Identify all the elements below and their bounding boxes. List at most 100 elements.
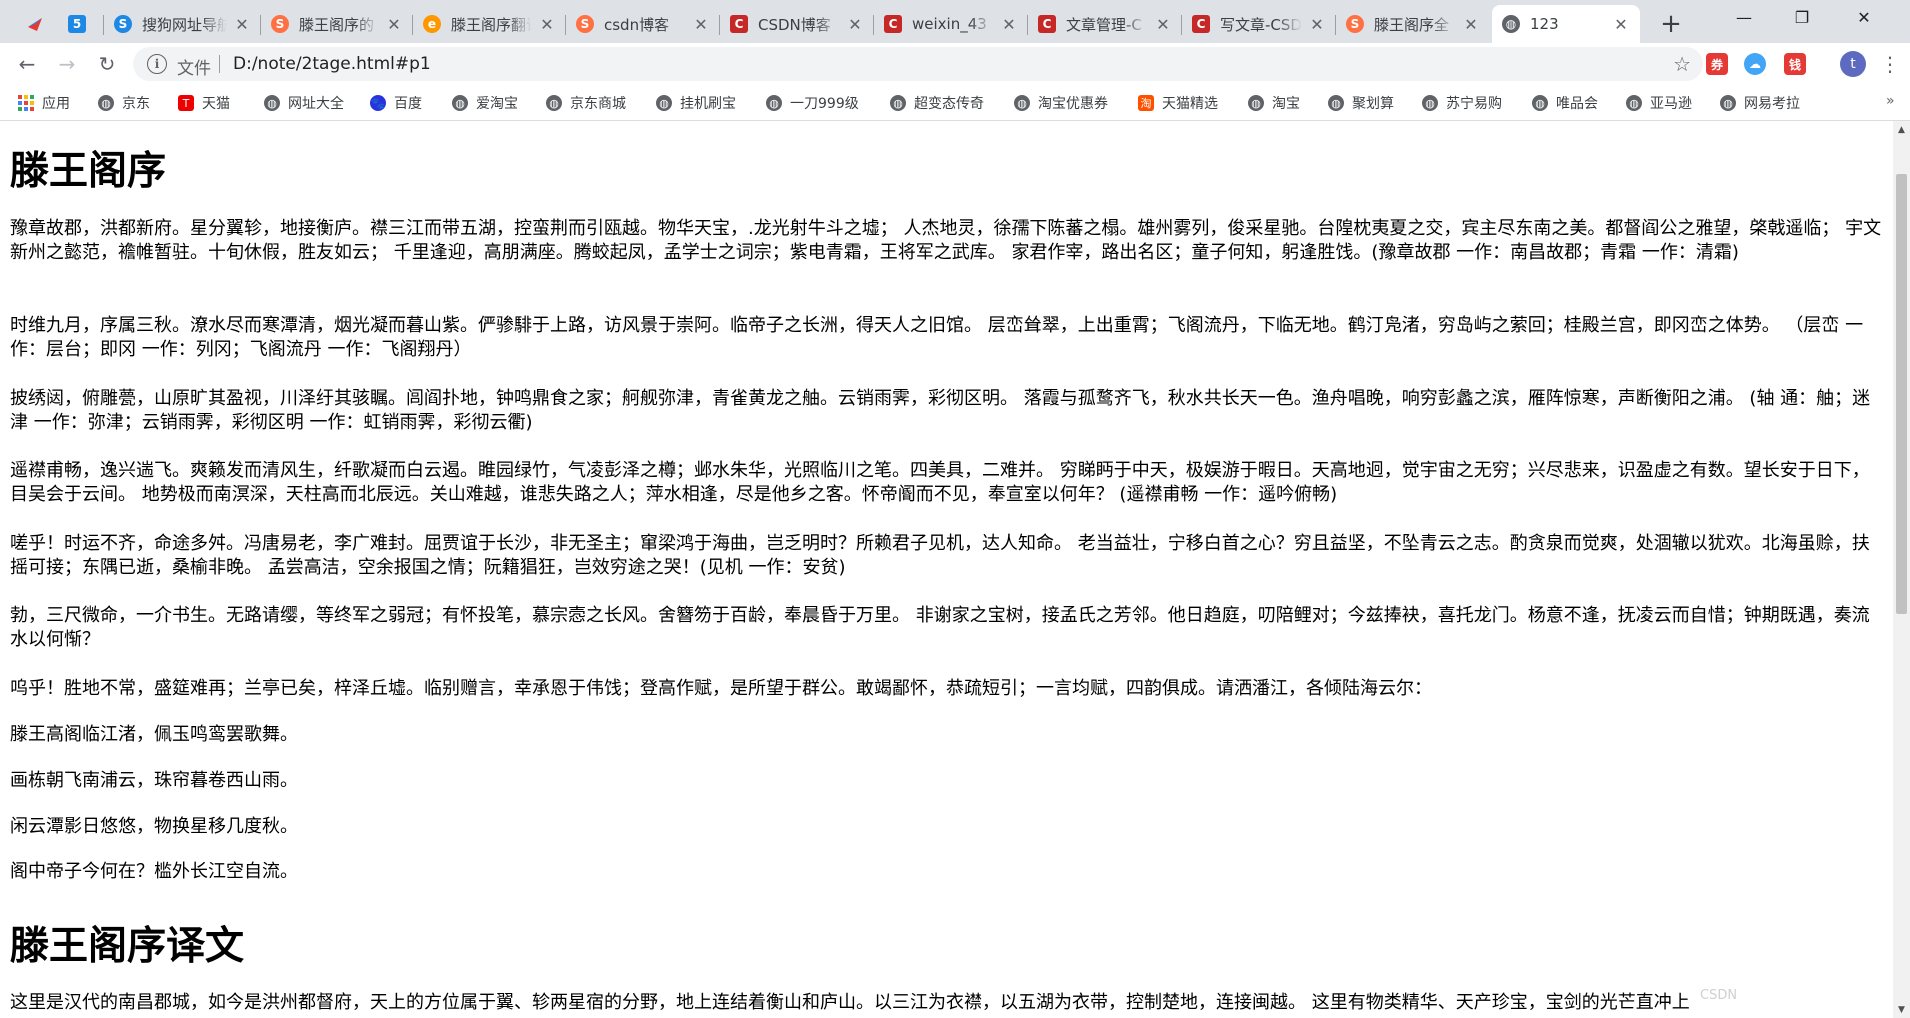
bookmark-taobao[interactable]: ◍ 淘宝 xyxy=(1248,93,1300,113)
tab-title: 滕王阁序的 xyxy=(299,15,375,34)
tab-title: 123 xyxy=(1530,15,1559,33)
maximize-button[interactable]: ❐ xyxy=(1772,0,1832,34)
tab-10[interactable]: S 滕王阁序全 ✕ xyxy=(1336,5,1490,43)
close-icon[interactable]: ✕ xyxy=(1000,15,1018,34)
close-icon[interactable]: ✕ xyxy=(385,15,403,34)
menu-icon[interactable]: ⋮ xyxy=(1880,51,1900,77)
money-extension-icon[interactable]: 钱 xyxy=(1784,53,1806,75)
forward-button[interactable]: → xyxy=(52,49,82,79)
bookmark-label: 亚马逊 xyxy=(1650,96,1692,112)
browser-toolbar: ← → ↻ i 文件 D:/note/2tage.html#p1 ☆ 券 ☁ 钱… xyxy=(0,43,1910,85)
watermark: CSDN xyxy=(1700,988,1738,1003)
tab-4[interactable]: e 滕王阁序翻译 ✕ xyxy=(413,5,566,43)
bookmark-label: 京东商城 xyxy=(570,96,626,112)
close-icon[interactable]: ✕ xyxy=(846,15,864,34)
tab-title: 写文章-CSD xyxy=(1220,15,1302,34)
tab-7[interactable]: C weixin_43 ✕ xyxy=(874,5,1028,43)
tab-3[interactable]: S 滕王阁序的 ✕ xyxy=(261,5,413,43)
profile-avatar[interactable]: t xyxy=(1840,51,1866,77)
url-text[interactable]: D:/note/2tage.html#p1 xyxy=(233,54,431,74)
paragraph: 遥襟甫畅，逸兴遄飞。爽籁发而清风生，纤歌凝而白云遏。睢园绿竹，气凌彭泽之樽；邺水… xyxy=(10,460,1870,505)
tab-1[interactable]: 5 xyxy=(58,5,104,43)
scroll-down-arrow-icon[interactable]: ▼ xyxy=(1893,1001,1910,1018)
section-title: 滕王阁序译文 xyxy=(10,924,245,969)
tab-11-active[interactable]: ◍ 123 ✕ xyxy=(1492,5,1640,43)
page-content: 滕王阁序 豫章故郡，洪都新府。星分翼轸，地接衡庐。襟三江而带五湖，控蛮荆而引瓯越… xyxy=(0,121,1893,1018)
paragraph: 呜乎！胜地不常，盛筵难再；兰亭已矣，梓泽丘墟。临别赠言，幸承恩于伟饯；登高作赋，… xyxy=(10,678,1432,699)
bookmarks-overflow-chevron-icon[interactable]: » xyxy=(1886,93,1895,109)
close-icon[interactable]: ✕ xyxy=(1308,15,1326,34)
bookmark-wangzhi[interactable]: ◍ 网址大全 xyxy=(264,93,344,113)
bookmark-label: 淘宝优惠券 xyxy=(1038,96,1108,112)
paragraph: 豫章故郡，洪都新府。星分翼轸，地接衡庐。襟三江而带五湖，控蛮荆而引瓯越。物华天宝… xyxy=(10,218,1882,263)
tab-5[interactable]: S csdn博客 ✕ xyxy=(566,5,720,43)
close-icon[interactable]: ✕ xyxy=(1154,15,1172,34)
bookmark-tmall-select[interactable]: 淘天猫精选 xyxy=(1138,93,1218,113)
globe-icon: ◍ xyxy=(1014,95,1030,111)
close-icon[interactable]: ✕ xyxy=(233,15,251,34)
globe-icon: ◍ xyxy=(890,95,906,111)
paragraph: 嗟乎！时运不齐，命途多舛。冯唐易老，李广难封。屈贾谊于长沙，非无圣主；窜梁鸿于海… xyxy=(10,533,1870,578)
address-bar[interactable]: i 文件 D:/note/2tage.html#p1 ☆ xyxy=(133,47,1703,81)
bookmark-coupon[interactable]: ◍ 淘宝优惠券 xyxy=(1014,93,1108,113)
bookmark-juhuasuan[interactable]: ◍ 聚划算 xyxy=(1328,93,1394,113)
scroll-up-arrow-icon[interactable]: ▲ xyxy=(1893,121,1910,138)
page-title: 滕王阁序 xyxy=(10,149,167,194)
bookmark-jdmall[interactable]: ◍ 京东商城 xyxy=(546,93,626,113)
bookmark-label: 苏宁易购 xyxy=(1446,96,1502,112)
sogou-search-icon: S xyxy=(576,15,594,33)
minimize-button[interactable]: — xyxy=(1714,0,1774,34)
star-icon[interactable]: ☆ xyxy=(1673,52,1691,76)
sogou-icon: S xyxy=(114,15,132,33)
bookmark-amazon[interactable]: ◍ 亚马逊 xyxy=(1626,93,1692,113)
new-tab-button[interactable]: + xyxy=(1656,9,1686,39)
bookmark-suning[interactable]: ◍ 苏宁易购 xyxy=(1422,93,1502,113)
tab-title: csdn博客 xyxy=(604,15,670,34)
close-icon[interactable]: ✕ xyxy=(692,15,710,34)
tab-title: 滕王阁序翻译 xyxy=(451,15,532,34)
baidu-paw-icon: 🐾 xyxy=(370,95,386,111)
apps-grid-icon xyxy=(18,95,34,111)
tab-2[interactable]: S 搜狗网址导航 ✕ xyxy=(104,5,261,43)
bookmark-apps[interactable]: 应用 xyxy=(18,93,70,113)
reload-button[interactable]: ↻ xyxy=(92,49,122,79)
bookmark-kaola[interactable]: ◍ 网易考拉 xyxy=(1720,93,1800,113)
tab-title: 滕王阁序全 xyxy=(1374,15,1450,34)
paragraph: 勃，三尺微命，一介书生。无路请缨，等终军之弱冠；有怀投笔，慕宗悫之长风。舍簪笏于… xyxy=(10,605,1870,650)
poem-line: 画栋朝飞南浦云，珠帘暮卷西山雨。 xyxy=(10,770,298,791)
bookmark-guaji[interactable]: ◍ 挂机刷宝 xyxy=(656,93,736,113)
cloud-extension-icon[interactable]: ☁ xyxy=(1744,53,1766,75)
close-icon[interactable]: ✕ xyxy=(1612,15,1630,34)
paragraph: 披绣闼，俯雕甍，山原旷其盈视，川泽纡其骇瞩。闾阎扑地，钟鸣鼎食之家；舸舰弥津，青… xyxy=(10,388,1871,433)
bookmark-label: 网址大全 xyxy=(288,96,344,112)
bookmark-label: 应用 xyxy=(42,96,70,112)
back-button[interactable]: ← xyxy=(12,49,42,79)
sogou-search-icon: S xyxy=(271,15,289,33)
red-arrow-icon xyxy=(26,15,44,33)
bookmark-chuanqi[interactable]: ◍ 超变态传奇 xyxy=(890,93,984,113)
scrollbar-thumb[interactable] xyxy=(1896,174,1907,614)
bookmark-tmall[interactable]: T 天猫 xyxy=(178,93,230,113)
tab-0[interactable] xyxy=(14,5,58,43)
close-icon[interactable]: ✕ xyxy=(1462,15,1480,34)
close-icon[interactable]: ✕ xyxy=(538,15,556,34)
bookmark-label: 淘宝 xyxy=(1272,96,1300,112)
globe-icon: ◍ xyxy=(1422,95,1438,111)
globe-icon: ◍ xyxy=(1248,95,1264,111)
close-window-button[interactable]: ✕ xyxy=(1834,0,1894,34)
globe-icon: ◍ xyxy=(452,95,468,111)
bookmark-baidu[interactable]: 🐾 百度 xyxy=(370,93,422,113)
info-icon[interactable]: i xyxy=(147,54,167,74)
tab-6[interactable]: C CSDN博客 ✕ xyxy=(720,5,874,43)
omnibox-separator xyxy=(219,55,220,73)
coupon-extension-icon[interactable]: 券 xyxy=(1706,53,1728,75)
globe-icon: ◍ xyxy=(98,95,114,111)
tab-title: 搜狗网址导航 xyxy=(142,15,227,34)
tab-8[interactable]: C 文章管理-C ✕ xyxy=(1028,5,1182,43)
globe-icon: ◍ xyxy=(1626,95,1642,111)
bookmark-aitaobao[interactable]: ◍ 爱淘宝 xyxy=(452,93,518,113)
tab-9[interactable]: C 写文章-CSD ✕ xyxy=(1182,5,1336,43)
bookmark-jd[interactable]: ◍ 京东 xyxy=(98,93,150,113)
bookmark-yidao[interactable]: ◍ 一刀999级 xyxy=(766,93,859,113)
bookmark-vip[interactable]: ◍ 唯品会 xyxy=(1532,93,1598,113)
